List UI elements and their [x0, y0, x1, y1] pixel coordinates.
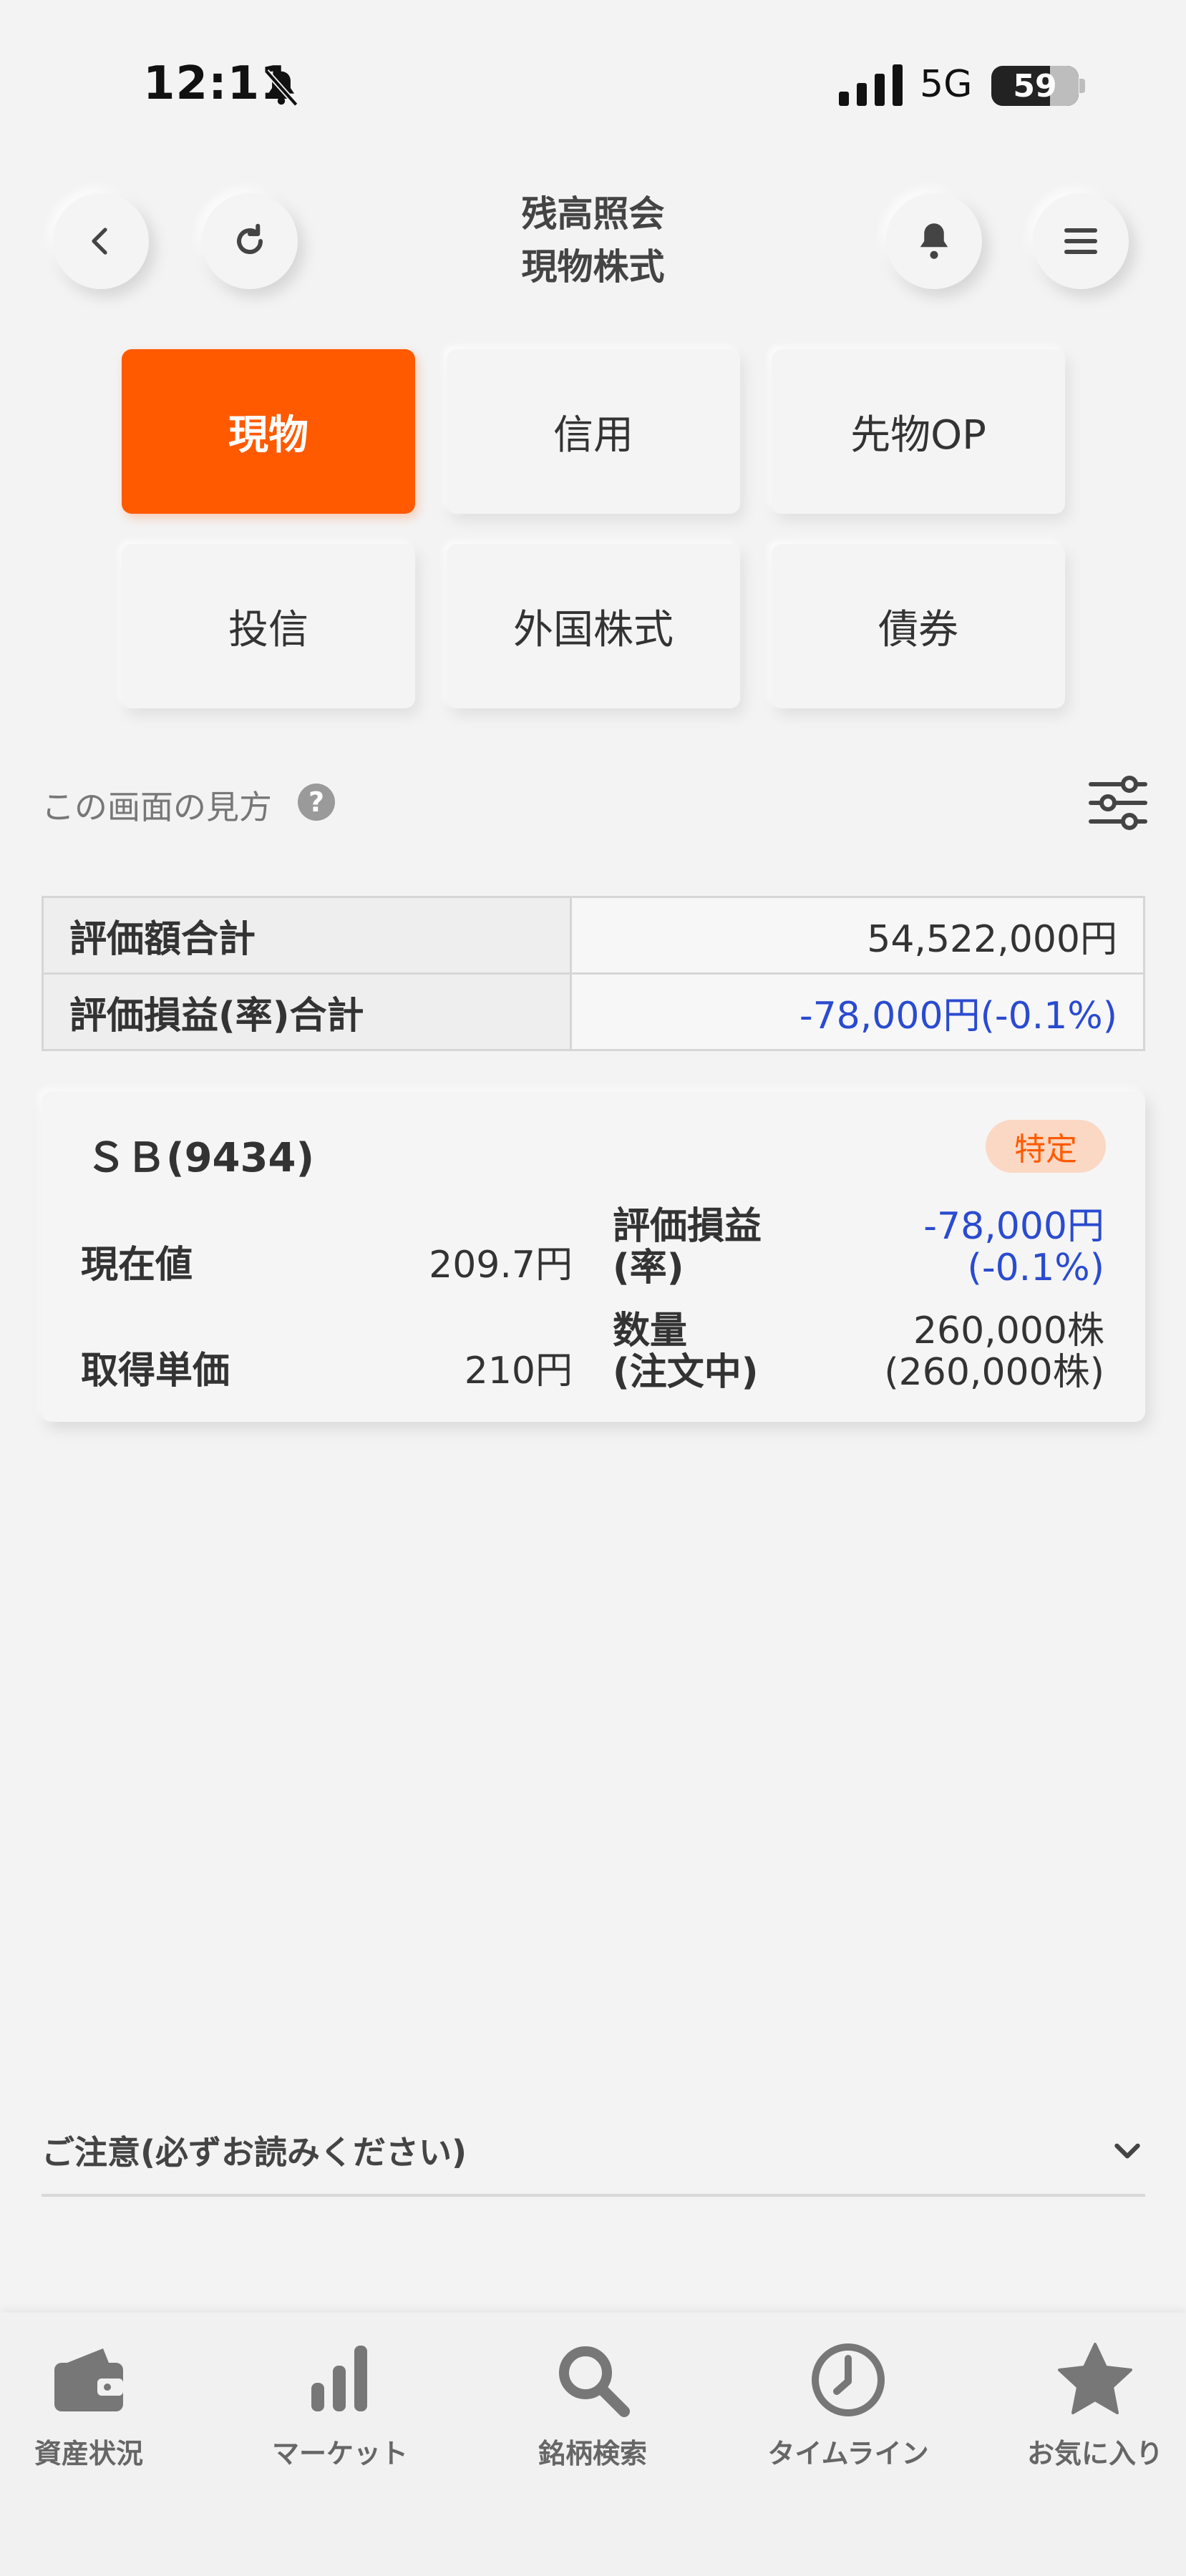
star-icon	[1058, 2343, 1132, 2414]
hamburger-menu-icon	[1064, 228, 1097, 254]
summary-row-total-value: 評価額合計 54,522,000円	[42, 896, 1145, 975]
network-type: 5G	[920, 63, 973, 106]
current-price-label: 現在値	[81, 1244, 193, 1287]
status-bar: 12:11 5G 59	[0, 0, 1186, 136]
pl-label-line1: 評価損益	[613, 1205, 762, 1248]
chevron-down-icon	[1114, 2143, 1140, 2159]
silent-bell-icon	[264, 69, 298, 107]
nav-timeline-label: タイムライン	[767, 2438, 929, 2469]
pl-value-amount: -78,000円	[923, 1205, 1104, 1248]
pl-label: 評価損益 (率)	[613, 1206, 762, 1289]
menu-button[interactable]	[1033, 193, 1129, 289]
cost-value: 210円	[464, 1350, 573, 1392]
quantity-label-line1: 数量	[613, 1309, 688, 1352]
quantity-label: 数量 (注文中)	[613, 1310, 759, 1393]
quantity-ordering: (260,000株)	[884, 1351, 1104, 1394]
nav-assets-label: 資産状況	[34, 2438, 143, 2469]
nav-search-label: 銘柄検索	[538, 2438, 647, 2469]
tab-foreign-stocks[interactable]: 外国株式	[447, 544, 740, 708]
bottom-nav: 資産状況 マーケット 銘柄検索 タイムライン お気に入り	[0, 2313, 1186, 2576]
notice-label: ご注意(必ずお読みください)	[42, 2133, 467, 2172]
search-icon	[559, 2346, 630, 2417]
pl-value-rate: (-0.1%)	[967, 1246, 1104, 1289]
nav-assets[interactable]: 資産状況	[0, 2337, 196, 2471]
tab-bonds[interactable]: 債券	[772, 544, 1065, 708]
bell-icon	[920, 223, 948, 259]
battery-tip	[1079, 79, 1085, 93]
quantity-value: 260,000株 (260,000株)	[829, 1310, 1104, 1393]
nav-market-label: マーケット	[271, 2438, 408, 2469]
help-link[interactable]: この画面の見方	[42, 781, 272, 829]
nav-timeline[interactable]: タイムライン	[741, 2337, 956, 2471]
refresh-icon	[237, 223, 263, 255]
tab-futures-options[interactable]: 先物OP	[772, 349, 1065, 514]
nav-search[interactable]: 銘柄検索	[485, 2337, 700, 2471]
total-pl-value: -78,000円(-0.1%)	[570, 972, 1145, 1051]
signal-icon	[839, 64, 903, 106]
tab-shinyo[interactable]: 信用	[447, 349, 740, 514]
account-type-badge: 特定	[986, 1120, 1106, 1173]
nav-favorites-label: お気に入り	[1026, 2438, 1163, 2469]
tab-genbutsu[interactable]: 現物	[122, 349, 415, 514]
cost-label: 取得単価	[81, 1350, 230, 1392]
holding-card[interactable]: ＳＢ(9434) 特定 現在値 209.7円 評価損益 (率) -78,000円…	[42, 1091, 1145, 1422]
notice-accordion[interactable]: ご注意(必ずお読みください)	[42, 2118, 1145, 2197]
summary-table: 評価額合計 54,522,000円 評価損益(率)合計 -78,000円(-0.…	[42, 896, 1145, 1051]
balance-inquiry-screen: 12:11 5G 59 残高照会 現物株式 現物 信用 先物OP 投信 外国株式…	[0, 0, 1186, 2576]
total-value-label: 評価額合計	[42, 896, 572, 975]
page-title: 残高照会 現物株式	[401, 187, 785, 293]
battery-level: 59	[1013, 67, 1057, 104]
stock-name: ＳＢ(9434)	[86, 1135, 315, 1181]
nav-market[interactable]: マーケット	[233, 2337, 447, 2471]
battery-icon: 59	[991, 66, 1079, 106]
total-pl-label: 評価損益(率)合計	[42, 972, 572, 1051]
pl-value: -78,000円 (-0.1%)	[829, 1206, 1104, 1289]
refresh-button[interactable]	[202, 193, 298, 289]
summary-row-total-pl: 評価損益(率)合計 -78,000円(-0.1%)	[42, 972, 1145, 1051]
wallet-icon	[54, 2348, 123, 2411]
page-title-line1: 残高照会	[521, 193, 665, 235]
filter-settings-icon[interactable]	[1088, 774, 1148, 831]
page-title-line2: 現物株式	[521, 246, 665, 288]
quantity-label-line2: (注文中)	[613, 1351, 759, 1394]
total-value: 54,522,000円	[570, 896, 1145, 975]
quantity-held: 260,000株	[913, 1309, 1104, 1352]
nav-favorites[interactable]: お気に入り	[988, 2337, 1186, 2471]
bar-chart-icon	[311, 2346, 367, 2411]
current-price-value: 209.7円	[429, 1244, 573, 1287]
notification-button[interactable]	[886, 193, 982, 289]
tab-toshin[interactable]: 投信	[122, 544, 415, 708]
pl-label-line2: (率)	[613, 1246, 684, 1289]
question-icon[interactable]: ?	[298, 784, 335, 821]
chevron-left-icon	[92, 228, 107, 255]
clock-icon	[812, 2343, 885, 2416]
back-button[interactable]	[53, 193, 149, 289]
